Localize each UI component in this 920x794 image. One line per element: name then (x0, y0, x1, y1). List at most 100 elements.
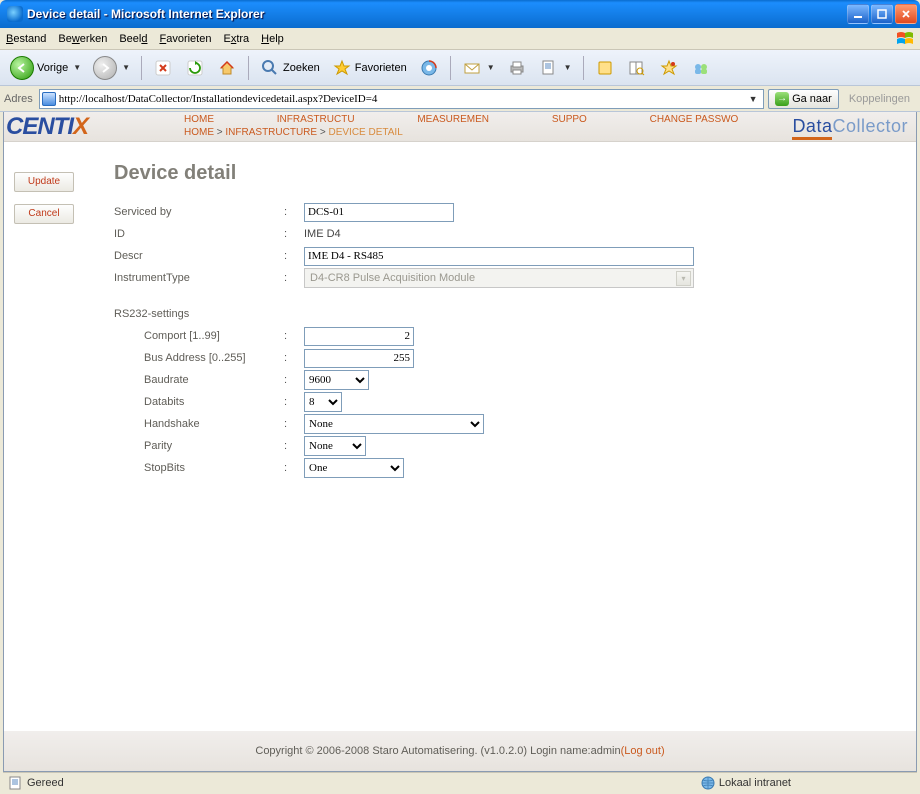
chevron-down-icon: ▼ (73, 63, 81, 72)
value-id: IME D4 (304, 228, 341, 240)
nav-home[interactable]: HOME (184, 114, 214, 125)
chevron-down-icon: ▼ (122, 63, 130, 72)
menu-beeld[interactable]: Beeld (119, 33, 147, 45)
browser-toolbar: Vorige ▼ ▼ Zoeken Favorieten ▼ ▼ (0, 50, 920, 86)
forward-button[interactable]: ▼ (89, 54, 134, 82)
select-instrument-type: D4-CR8 Pulse Acquisition Module ▾ (304, 268, 694, 288)
windows-flag-icon (892, 28, 918, 50)
nav-change-password[interactable]: CHANGE PASSWO (650, 114, 739, 125)
status-ready: Gereed (27, 777, 64, 789)
label-descr: Descr (114, 250, 284, 262)
breadcrumb-infrastructure[interactable]: INFRASTRUCTURE (225, 127, 317, 138)
media-button[interactable] (415, 54, 443, 82)
input-comport[interactable] (304, 327, 414, 346)
menu-favorieten[interactable]: Favorieten (159, 33, 211, 45)
toolbar-separator (248, 56, 249, 80)
page-title: Device detail (114, 162, 906, 185)
toolbar-separator (141, 56, 142, 80)
refresh-button[interactable] (181, 54, 209, 82)
select-stopbits[interactable]: One (304, 458, 404, 478)
favorites-button-label: Favorieten (355, 62, 407, 74)
nav-infrastructure[interactable]: INFRASTRUCTU (277, 114, 355, 125)
select-baudrate[interactable]: 9600 (304, 370, 369, 390)
address-input[interactable] (59, 93, 745, 105)
window-minimize-button[interactable] (847, 4, 869, 24)
label-databits: Databits (114, 396, 284, 408)
discuss-button[interactable] (591, 54, 619, 82)
chevron-down-icon: ▼ (564, 63, 572, 72)
back-button[interactable]: Vorige ▼ (6, 54, 85, 82)
messenger-button[interactable] (687, 54, 715, 82)
top-nav: HOME INFRASTRUCTU MEASUREMEN SUPPO CHANG… (184, 114, 798, 125)
label-comport: Comport [1..99] (114, 330, 284, 342)
links-label[interactable]: Koppelingen (849, 93, 910, 105)
label-instrument-type: InstrumentType (114, 272, 284, 284)
mail-button[interactable]: ▼ (458, 54, 499, 82)
nav-measurement[interactable]: MEASUREMEN (417, 114, 489, 125)
app-body: Update Cancel Device detail Serviced by … (4, 142, 916, 731)
research-button[interactable] (623, 54, 651, 82)
footer-copyright: Copyright © 2006-2008 Staro Automatiseri… (255, 745, 620, 757)
select-databits[interactable]: 8 (304, 392, 342, 412)
menu-help[interactable]: Help (261, 33, 284, 45)
tool-star-button[interactable] (655, 54, 683, 82)
breadcrumb-current: DEVICE DETAIL (328, 127, 402, 138)
input-bus-address[interactable] (304, 349, 414, 368)
intranet-icon (701, 776, 715, 790)
label-handshake: Handshake (114, 418, 284, 430)
favorites-button[interactable]: Favorieten (328, 54, 411, 82)
security-zone[interactable]: Lokaal intranet (701, 776, 791, 790)
chevron-down-icon: ▼ (487, 63, 495, 72)
address-bar-row: Adres ▼ → Ga naar Koppelingen (0, 86, 920, 112)
input-descr[interactable] (304, 247, 694, 266)
edit-button[interactable]: ▼ (535, 54, 576, 82)
nav-support[interactable]: SUPPO (552, 114, 587, 125)
window-title: Device detail - Microsoft Internet Explo… (27, 7, 847, 21)
menu-extra[interactable]: Extra (223, 33, 249, 45)
go-button[interactable]: → Ga naar (768, 89, 839, 109)
app-header: CENTIX HOME INFRASTRUCTU MEASUREMEN SUPP… (4, 112, 916, 142)
label-serviced-by: Serviced by (114, 206, 284, 218)
menu-bar: BBestandestand Bewerken Beeld Favorieten… (0, 28, 920, 50)
breadcrumb: HOME > INFRASTRUCTURE > DEVICE DETAIL (184, 127, 403, 138)
update-button[interactable]: Update (14, 172, 74, 192)
select-handshake[interactable]: None (304, 414, 484, 434)
cancel-button[interactable]: Cancel (14, 204, 74, 224)
select-parity[interactable]: None (304, 436, 366, 456)
address-dropdown-icon[interactable]: ▼ (745, 94, 761, 104)
input-serviced-by[interactable] (304, 203, 454, 222)
window-close-button[interactable] (895, 4, 917, 24)
label-rs232-section: RS232-settings (114, 308, 284, 320)
menu-bewerken[interactable]: Bewerken (58, 33, 107, 45)
form-area: Device detail Serviced by : ID : IME D4 … (104, 142, 916, 731)
label-baudrate: Baudrate (114, 374, 284, 386)
chevron-down-icon: ▾ (676, 271, 691, 286)
browser-viewport: CENTIX HOME INFRASTRUCTU MEASUREMEN SUPP… (3, 112, 917, 772)
label-bus-address: Bus Address [0..255] (114, 352, 284, 364)
logout-link[interactable]: (Log out) (621, 745, 665, 757)
toolbar-separator (450, 56, 451, 80)
back-button-label: Vorige (37, 62, 68, 74)
go-arrow-icon: → (775, 92, 789, 106)
search-button-label: Zoeken (283, 62, 320, 74)
label-id: ID (114, 228, 284, 240)
ie-app-icon (7, 6, 23, 22)
breadcrumb-home[interactable]: HOME (184, 127, 214, 138)
window-titlebar: Device detail - Microsoft Internet Explo… (0, 0, 920, 28)
home-button[interactable] (213, 54, 241, 82)
status-zone: Lokaal intranet (719, 777, 791, 789)
stop-button[interactable] (149, 54, 177, 82)
browser-status-bar: Gereed Lokaal intranet (3, 772, 917, 792)
label-parity: Parity (114, 440, 284, 452)
address-bar[interactable]: ▼ (39, 89, 764, 109)
go-button-label: Ga naar (792, 93, 832, 105)
search-button[interactable]: Zoeken (256, 54, 324, 82)
toolbar-separator (583, 56, 584, 80)
menu-bestand[interactable]: BBestandestand (6, 33, 46, 45)
print-button[interactable] (503, 54, 531, 82)
page-icon (42, 92, 56, 106)
centix-logo: CENTIX (4, 112, 169, 142)
window-maximize-button[interactable] (871, 4, 893, 24)
side-actions: Update Cancel (4, 142, 104, 731)
address-label: Adres (4, 93, 33, 105)
